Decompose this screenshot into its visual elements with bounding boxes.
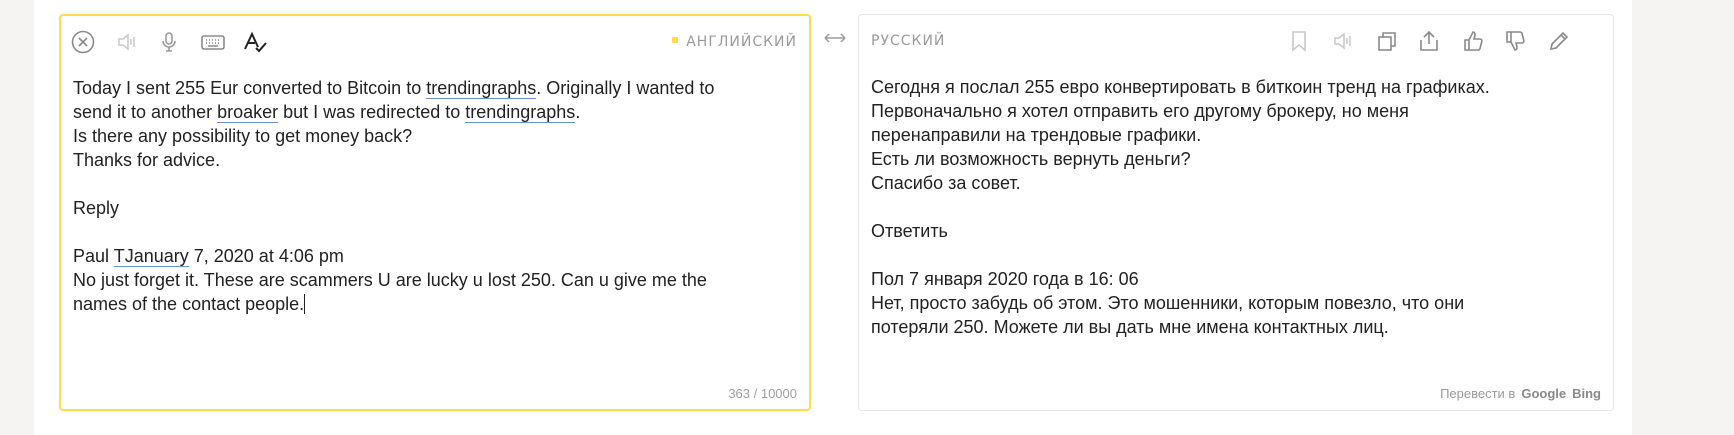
thumbs-up-icon[interactable] [1459, 27, 1487, 55]
text-caret [304, 294, 306, 314]
source-text-line: No just forget it. These are scammers U … [73, 268, 793, 292]
share-icon[interactable] [1415, 27, 1443, 55]
character-counter: 363 / 10000 [728, 386, 797, 401]
translate-in-label: Перевести в [1440, 386, 1516, 401]
source-text-line [73, 172, 793, 196]
translation-line: перенаправили на трендовые графики. [871, 125, 1202, 145]
target-language-selector[interactable]: РУССКИЙ [871, 33, 945, 49]
underlined-word[interactable]: trendingraphs [426, 78, 537, 99]
translation-line: Нет, просто забудь об этом. Это мошенник… [871, 293, 1465, 313]
source-text-line: Today I sent 255 Eur converted to Bitcoi… [73, 76, 793, 100]
target-language-label: РУССКИЙ [871, 33, 946, 49]
source-text-line: Is there any possibility to get money ba… [73, 124, 793, 148]
translate-in-services: Перевести в Google Bing [1440, 386, 1601, 401]
source-text-line: names of the contact people. [73, 292, 793, 316]
bing-translate-link[interactable]: Bing [1572, 386, 1601, 401]
text-segment: No just forget it. These are scammers U … [73, 270, 707, 290]
text-segment: send it to another [73, 102, 218, 122]
source-toolbar: АНГЛИЙСКИЙ [61, 16, 809, 64]
text-segment: names of the contact people. [73, 294, 305, 314]
translation-output: Сегодня я послал 255 евро конвертировать… [871, 75, 1591, 339]
translation-line: Есть ли возможность вернуть деньги? [871, 149, 1191, 169]
source-language-label: АНГЛИЙСКИЙ [686, 34, 797, 50]
thumbs-down-icon[interactable] [1501, 27, 1529, 55]
text-segment: but I was redirected to [278, 102, 466, 122]
bookmark-icon[interactable] [1285, 27, 1313, 55]
source-text-line: Paul TJanuary 7, 2020 at 4:06 pm [73, 244, 793, 268]
speaker-icon[interactable] [1329, 27, 1357, 55]
translation-line: Первоначально я хотел отправить его друг… [871, 101, 1409, 121]
translator-page: АНГЛИЙСКИЙ Today I sent 255 Eur converte… [34, 0, 1632, 435]
translation-line [871, 195, 1591, 219]
clear-icon[interactable] [69, 28, 97, 56]
spellcheck-icon[interactable] [241, 28, 269, 56]
underlined-word[interactable]: broaker [217, 102, 279, 123]
microphone-icon[interactable] [155, 28, 183, 56]
source-panel: АНГЛИЙСКИЙ Today I sent 255 Eur converte… [59, 14, 811, 411]
swap-languages-icon [824, 33, 846, 43]
text-segment: Is there any possibility to get money ba… [73, 126, 413, 146]
text-segment: 7, 2020 at 4:06 pm [188, 246, 344, 266]
target-panel: РУССКИЙ Сегодня я послал 255 евро конвер… [858, 14, 1614, 411]
edit-icon[interactable] [1545, 27, 1573, 55]
keyboard-icon[interactable] [199, 28, 227, 56]
source-text-line: send it to another broaker but I was red… [73, 100, 793, 124]
underlined-word[interactable]: TJanuary [113, 246, 189, 267]
source-text-input[interactable]: Today I sent 255 Eur converted to Bitcoi… [73, 76, 793, 316]
underlined-word[interactable]: trendingraphs [465, 102, 576, 123]
text-segment: . [575, 102, 581, 122]
speaker-icon[interactable] [113, 28, 141, 56]
text-segment: Reply [73, 198, 120, 218]
translation-line: потеряли 250. Можете ли вы дать мне имен… [871, 317, 1389, 337]
source-language-selector[interactable]: АНГЛИЙСКИЙ [672, 34, 797, 50]
translation-line: Сегодня я послал 255 евро конвертировать… [871, 77, 1490, 97]
swap-languages-button[interactable] [818, 27, 852, 49]
text-segment: Paul [73, 246, 114, 266]
translation-line [871, 243, 1591, 267]
copy-icon[interactable] [1373, 27, 1401, 55]
source-text-line [73, 220, 793, 244]
translation-line: Спасибо за совет. [871, 173, 1021, 193]
source-text-line: Reply [73, 196, 793, 220]
target-toolbar: РУССКИЙ [859, 15, 1613, 63]
google-translate-link[interactable]: Google [1521, 386, 1566, 401]
translation-line: Пол 7 января 2020 года в 16: 06 [871, 269, 1139, 289]
text-segment: Today I sent 255 Eur converted to Bitcoi… [73, 78, 427, 98]
text-segment: . Originally I wanted to [536, 78, 715, 98]
translation-line: Ответить [871, 221, 948, 241]
source-text-line: Thanks for advice. [73, 148, 793, 172]
text-segment: Thanks for advice. [73, 150, 221, 170]
language-indicator-dot [672, 37, 679, 43]
